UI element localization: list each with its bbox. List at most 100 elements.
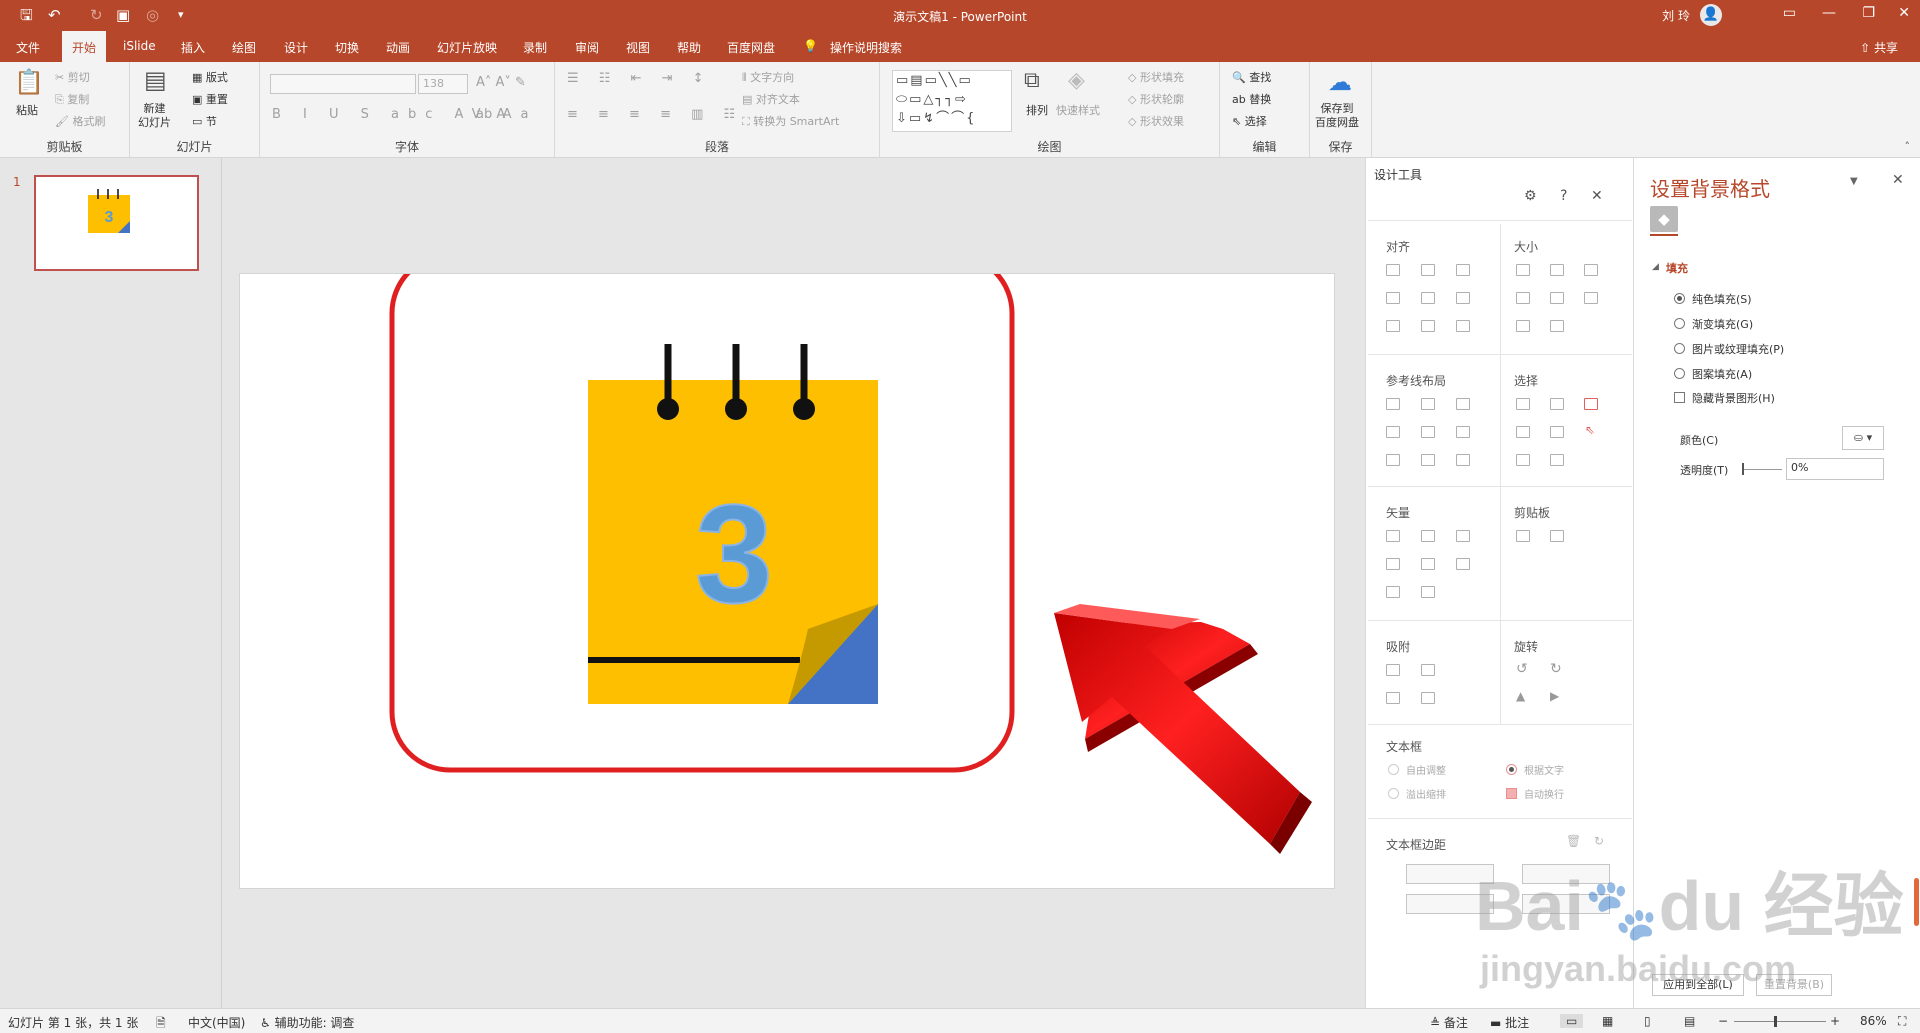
language[interactable]: 中文(中国) bbox=[188, 1014, 245, 1031]
size-right-icon[interactable] bbox=[1550, 292, 1564, 304]
copy-icon[interactable] bbox=[1516, 530, 1530, 542]
tab-slideshow[interactable]: 幻灯片放映 bbox=[437, 39, 497, 56]
snap-icon[interactable] bbox=[1421, 692, 1435, 704]
guide-icon[interactable] bbox=[1456, 454, 1470, 466]
tab-transitions[interactable]: 切换 bbox=[335, 39, 359, 56]
pane-options-icon[interactable]: ▼ bbox=[1850, 176, 1858, 187]
align-top-icon[interactable] bbox=[1386, 292, 1400, 304]
wrap-checkbox[interactable] bbox=[1506, 788, 1517, 799]
transparency-slider[interactable] bbox=[1742, 469, 1782, 470]
edit-points-icon[interactable] bbox=[1456, 558, 1470, 570]
calendar-icon[interactable]: 3 bbox=[588, 344, 878, 704]
fit-to-window-icon[interactable]: ⛶ bbox=[1898, 1014, 1906, 1029]
font-size-input[interactable]: 138 bbox=[418, 74, 468, 94]
select-icon[interactable] bbox=[1550, 426, 1564, 438]
collapse-icon[interactable]: ◢ bbox=[1652, 262, 1659, 272]
transparency-input[interactable]: 0% bbox=[1786, 458, 1884, 480]
arrange-button[interactable]: 排列 bbox=[1026, 102, 1048, 118]
hide-background-label[interactable]: 隐藏背景图形(H) bbox=[1692, 390, 1775, 406]
solid-fill-label[interactable]: 纯色填充(S) bbox=[1692, 291, 1752, 307]
flip-h-icon[interactable]: ▶ bbox=[1550, 689, 1559, 703]
guide-icon[interactable] bbox=[1421, 398, 1435, 410]
font-color-icon[interactable]: ab A bbox=[476, 107, 505, 122]
shape-effects-button[interactable]: ◇ 形状效果 bbox=[1128, 113, 1184, 129]
section-button[interactable]: ▭ 节 bbox=[192, 113, 217, 129]
cut-button[interactable]: ✂ 剪切 bbox=[55, 69, 90, 85]
align-text-button[interactable]: ▤ 对齐文本 bbox=[742, 91, 800, 107]
select-similar-icon[interactable] bbox=[1584, 398, 1598, 410]
snap-icon[interactable] bbox=[1386, 692, 1400, 704]
shrink-radio[interactable] bbox=[1388, 788, 1399, 799]
reset-button[interactable]: ▣ 重置 bbox=[192, 91, 228, 107]
combine-icon[interactable] bbox=[1421, 530, 1435, 542]
size-left-icon[interactable] bbox=[1516, 292, 1530, 304]
close-icon[interactable]: ✕ bbox=[1898, 5, 1910, 21]
user-name[interactable]: 刘 玲 bbox=[1662, 7, 1690, 24]
transparency-slider-thumb[interactable] bbox=[1742, 463, 1744, 475]
distribute-center-icon[interactable] bbox=[1456, 320, 1470, 332]
size-top-icon[interactable] bbox=[1516, 320, 1530, 332]
scrollbar-thumb[interactable] bbox=[1914, 878, 1919, 926]
text-direction-button[interactable]: ⫴ 文字方向 bbox=[742, 69, 794, 85]
notes-button[interactable]: ≜ 备注 bbox=[1430, 1014, 1468, 1031]
paste-icon[interactable] bbox=[1550, 530, 1564, 542]
increase-font-icon[interactable]: A˄ A˅ ✎ bbox=[476, 75, 526, 90]
pattern-fill-radio[interactable] bbox=[1674, 368, 1685, 379]
tab-help[interactable]: 帮助 bbox=[677, 39, 701, 56]
arrange-icon[interactable]: ⧉ bbox=[1024, 68, 1040, 93]
shape-outline-button[interactable]: ◇ 形状轮廓 bbox=[1128, 91, 1184, 107]
tab-review[interactable]: 审阅 bbox=[575, 39, 599, 56]
guide-icon[interactable] bbox=[1386, 454, 1400, 466]
distribute-h-icon[interactable] bbox=[1386, 320, 1400, 332]
tab-design[interactable]: 设计 bbox=[284, 39, 308, 56]
rotate-left-icon[interactable]: ↺ bbox=[1516, 661, 1528, 677]
intersect-icon[interactable] bbox=[1386, 558, 1400, 570]
save-to-baidu-button[interactable]: 保存到 百度网盘 bbox=[1315, 102, 1359, 130]
gradient-fill-label[interactable]: 渐变填充(G) bbox=[1692, 316, 1753, 332]
select-button[interactable]: ⇖ 选择 bbox=[1232, 113, 1267, 129]
select-icon[interactable] bbox=[1550, 398, 1564, 410]
baidu-cloud-icon[interactable]: ☁ bbox=[1328, 68, 1352, 96]
rotate-right-icon[interactable]: ↻ bbox=[1550, 661, 1562, 677]
picture-fill-label[interactable]: 图片或纹理填充(P) bbox=[1692, 341, 1784, 357]
guide-icon[interactable] bbox=[1456, 426, 1470, 438]
zoom-slider-thumb[interactable] bbox=[1774, 1016, 1777, 1027]
minimize-icon[interactable]: — bbox=[1822, 5, 1836, 21]
zoom-out-icon[interactable]: − bbox=[1718, 1014, 1728, 1028]
snap-icon[interactable] bbox=[1421, 664, 1435, 676]
find-button[interactable]: 🔍 查找 bbox=[1232, 69, 1271, 85]
size-fit-icon[interactable] bbox=[1584, 292, 1598, 304]
guide-icon[interactable] bbox=[1386, 398, 1400, 410]
quick-styles-icon[interactable]: ◈ bbox=[1068, 68, 1085, 93]
ribbon-display-icon[interactable]: ▭ bbox=[1783, 5, 1796, 21]
tab-draw[interactable]: 绘图 bbox=[232, 39, 256, 56]
align-bottom-icon[interactable] bbox=[1456, 292, 1470, 304]
collapse-ribbon-icon[interactable]: ˄ bbox=[1905, 140, 1911, 153]
shape-fill-button[interactable]: ◇ 形状填充 bbox=[1128, 69, 1184, 85]
snap-icon[interactable] bbox=[1386, 664, 1400, 676]
pattern-fill-label[interactable]: 图案填充(A) bbox=[1692, 366, 1752, 382]
tab-insert[interactable]: 插入 bbox=[181, 39, 205, 56]
tab-baidu[interactable]: 百度网盘 bbox=[727, 39, 775, 56]
avatar[interactable]: 👤 bbox=[1700, 4, 1722, 26]
red-arrow-icon[interactable] bbox=[1050, 604, 1312, 854]
accessibility[interactable]: ♿ 辅助功能: 调查 bbox=[260, 1014, 354, 1031]
fill-section-title[interactable]: 填充 bbox=[1666, 260, 1688, 276]
new-slide-button[interactable]: 新建 幻灯片 bbox=[138, 102, 171, 130]
align-right-icon[interactable] bbox=[1456, 264, 1470, 276]
distribute-v-icon[interactable] bbox=[1421, 320, 1435, 332]
color-picker-button[interactable]: ⛀ ▾ bbox=[1842, 426, 1884, 450]
font-name-input[interactable] bbox=[270, 74, 416, 94]
zoom-level[interactable]: 86% bbox=[1860, 1014, 1887, 1028]
tab-file[interactable]: 文件 bbox=[16, 39, 40, 56]
select-icon[interactable] bbox=[1516, 426, 1530, 438]
select-cursor-icon[interactable]: ⇖ bbox=[1585, 423, 1595, 437]
tab-view[interactable]: 视图 bbox=[626, 39, 650, 56]
slide-sorter-icon[interactable]: ▦ bbox=[1602, 1014, 1613, 1028]
slideshow-icon[interactable]: ▤ bbox=[1684, 1014, 1695, 1028]
slide[interactable]: 3 bbox=[239, 273, 1335, 889]
paste-icon[interactable]: 📋 bbox=[14, 68, 44, 96]
zoom-in-icon[interactable]: + bbox=[1830, 1014, 1840, 1028]
close-icon[interactable]: ✕ bbox=[1892, 172, 1904, 188]
replace-button[interactable]: ab 替换 bbox=[1232, 91, 1271, 107]
